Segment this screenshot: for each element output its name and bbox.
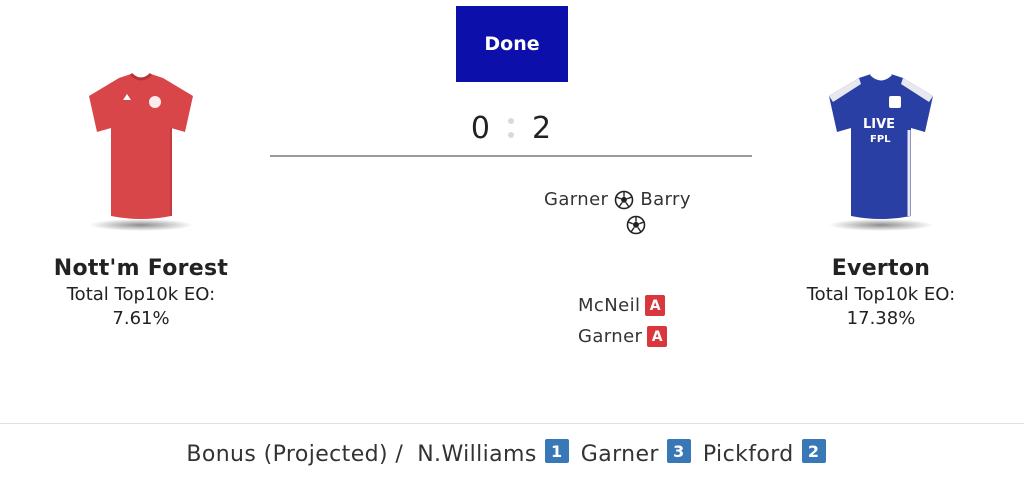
home-team-name: Nott'm Forest (53, 256, 229, 281)
scoreboard: 0 2 (270, 108, 752, 148)
home-eo-label: Total Top10k EO: (66, 284, 216, 305)
bonus-divider (0, 423, 1024, 424)
bonus-player: Pickford (702, 441, 794, 467)
away-team: LIVE FPL Everton Total Top10k EO: 17.38% (781, 70, 981, 331)
shirt-text-fpl: FPL (870, 134, 891, 145)
home-team: Nott'm Forest Total Top10k EO: 7.61% (41, 70, 241, 331)
shirt-text-live: LIVE (863, 117, 895, 132)
match-detail-panel: Done Nott'm Forest Total Top10k EO: 7.61… (0, 0, 1024, 477)
football-icon (626, 215, 646, 235)
goal-scorer: Garner (544, 189, 609, 210)
away-score: 2 (532, 110, 552, 146)
away-eo-label: Total Top10k EO: (806, 284, 956, 305)
bonus-points-badge: 1 (544, 439, 569, 463)
home-shirt-icon (89, 72, 193, 231)
bonus-player: Garner (580, 441, 659, 467)
home-eo-value: 7.61% (112, 308, 170, 329)
away-team-name: Everton (831, 256, 931, 281)
bonus-label: Bonus (Projected) / (186, 441, 404, 467)
assist-badge: A (645, 295, 666, 316)
away-eo-value: 17.38% (846, 308, 916, 329)
home-score: 0 (470, 110, 490, 146)
bonus-item: Garner 3 (581, 439, 699, 469)
event-row: Garner A (578, 326, 668, 347)
done-button[interactable]: Done (456, 6, 568, 82)
event-player: McNeil (578, 295, 641, 316)
assist-badge: A (647, 326, 668, 347)
bonus-item: N.Williams 1 (417, 439, 577, 469)
bonus-player: N.Williams (417, 441, 537, 467)
bonus-item: Pickford 2 (703, 439, 834, 469)
event-row: McNeil A (578, 295, 666, 316)
bonus-points-badge: 2 (801, 439, 826, 463)
score-separator (490, 108, 532, 148)
score-divider (270, 155, 752, 157)
bonus-row: Bonus (Projected) / N.Williams 1 Garner … (0, 434, 1024, 474)
goal-event: Garner Barry (544, 189, 691, 210)
goal-assist: Barry (640, 189, 691, 210)
bonus-points-badge: 3 (666, 439, 691, 463)
away-shirt-icon: LIVE FPL (829, 72, 933, 231)
event-player: Garner (578, 326, 643, 347)
football-icon (615, 190, 634, 209)
